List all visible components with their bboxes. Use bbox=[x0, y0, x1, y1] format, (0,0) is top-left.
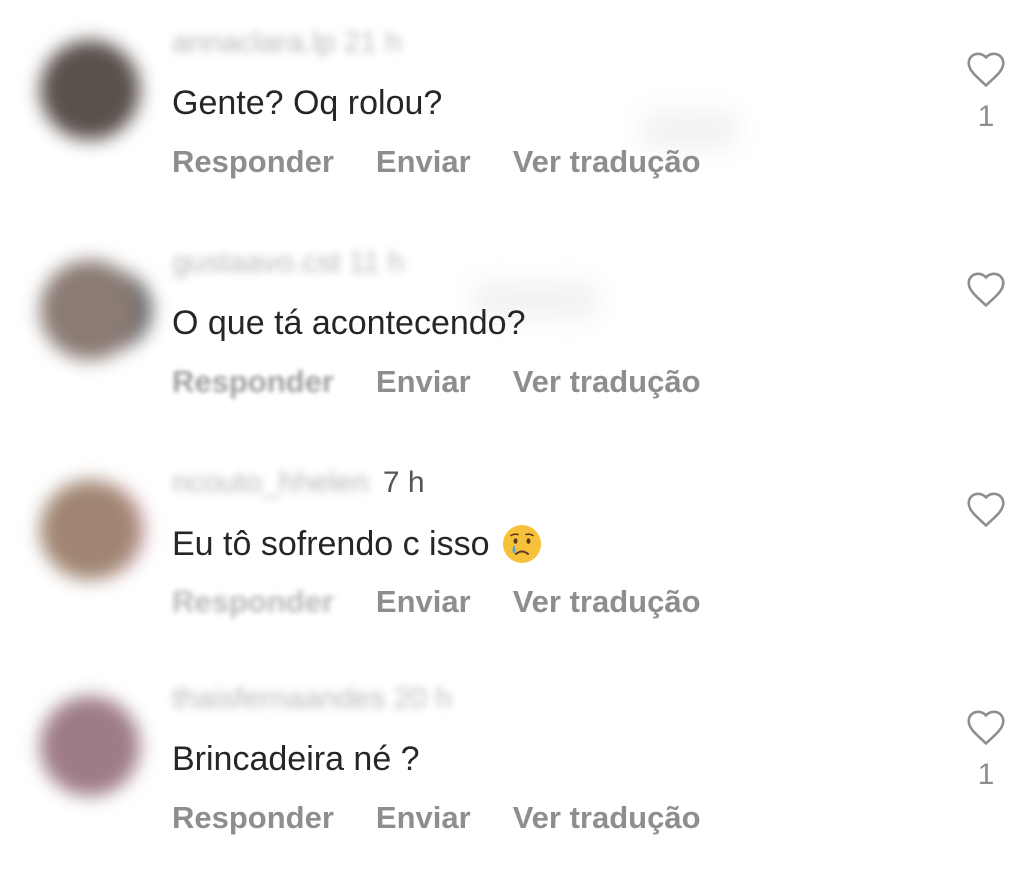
like-area: 1 bbox=[962, 50, 1010, 134]
comment-text-content: O que tá acontecendo? bbox=[172, 304, 526, 342]
timestamp: 20 h bbox=[393, 682, 452, 715]
timestamp: 7 h bbox=[382, 466, 425, 499]
translate-button[interactable]: Ver tradução bbox=[513, 584, 701, 620]
username[interactable]: thaisfernaandes bbox=[172, 682, 386, 715]
send-button[interactable]: Enviar bbox=[376, 364, 471, 400]
comment-text: Eu tô sofrendo c isso bbox=[172, 524, 542, 564]
username[interactable]: ncouto_hhelen bbox=[172, 466, 369, 499]
avatar[interactable] bbox=[40, 260, 140, 360]
comment-actions: Responder Enviar Ver tradução bbox=[172, 144, 701, 180]
send-button[interactable]: Enviar bbox=[376, 800, 471, 836]
heart-icon[interactable] bbox=[962, 270, 1010, 308]
heart-icon[interactable] bbox=[962, 50, 1010, 88]
comment-header: ncouto_hhelen 7 h bbox=[172, 466, 425, 500]
timestamp: 11 h bbox=[348, 246, 405, 279]
username[interactable]: annaclara.lp bbox=[172, 26, 335, 59]
heart-icon[interactable] bbox=[962, 708, 1010, 746]
reply-button[interactable]: Responder bbox=[172, 800, 334, 836]
comment-item: annaclara.lp 21 h Gente? Oq rolou? Respon… bbox=[0, 0, 1024, 220]
translate-button[interactable]: Ver tradução bbox=[513, 800, 701, 836]
translate-button[interactable]: Ver tradução bbox=[513, 364, 701, 400]
timestamp: 21 h bbox=[343, 26, 402, 59]
like-count: 1 bbox=[977, 100, 995, 133]
reply-button[interactable]: Responder bbox=[172, 584, 334, 620]
comment-header: annaclara.lp 21 h bbox=[172, 26, 402, 60]
send-button[interactable]: Enviar bbox=[376, 144, 471, 180]
send-button[interactable]: Enviar bbox=[376, 584, 471, 620]
avatar[interactable] bbox=[40, 480, 140, 580]
comment-header: thaisfernaandes 20 h bbox=[172, 682, 452, 716]
comment-item: gustaavo.cst 11 h O que tá acontecendo? R… bbox=[0, 220, 1024, 440]
comment-actions: Responder Enviar Ver tradução bbox=[172, 584, 701, 620]
comment-text: O que tá acontecendo? bbox=[172, 304, 526, 343]
comment-text: Gente? Oq rolou? bbox=[172, 84, 442, 123]
like-area bbox=[962, 270, 1010, 308]
comment-header: gustaavo.cst 11 h bbox=[172, 246, 405, 280]
comment-text: Brincadeira né ? bbox=[172, 740, 420, 779]
reply-button[interactable]: Responder bbox=[172, 144, 334, 180]
comment-item: thaisfernaandes 20 h Brincadeira né ? Res… bbox=[0, 660, 1024, 880]
comment-text-content: Gente? Oq rolou? bbox=[172, 84, 443, 122]
comment-text-content: Eu tô sofrendo c isso bbox=[172, 524, 490, 563]
comment-text-content: Brincadeira né ? bbox=[172, 740, 420, 778]
heart-icon[interactable] bbox=[962, 490, 1010, 528]
reply-button[interactable]: Responder bbox=[172, 364, 334, 400]
avatar[interactable] bbox=[40, 40, 140, 140]
crying-face-icon bbox=[502, 524, 542, 564]
comment-item: ncouto_hhelen 7 h Eu tô sofrendo c isso R… bbox=[0, 440, 1024, 660]
username[interactable]: gustaavo.cst bbox=[172, 246, 340, 279]
like-area: 1 bbox=[962, 708, 1010, 792]
comment-actions: Responder Enviar Ver tradução bbox=[172, 800, 701, 836]
like-count: 1 bbox=[977, 758, 995, 791]
comment-actions: Responder Enviar Ver tradução bbox=[172, 364, 701, 400]
translate-button[interactable]: Ver tradução bbox=[513, 144, 701, 180]
avatar[interactable] bbox=[40, 696, 140, 796]
like-area bbox=[962, 490, 1010, 528]
